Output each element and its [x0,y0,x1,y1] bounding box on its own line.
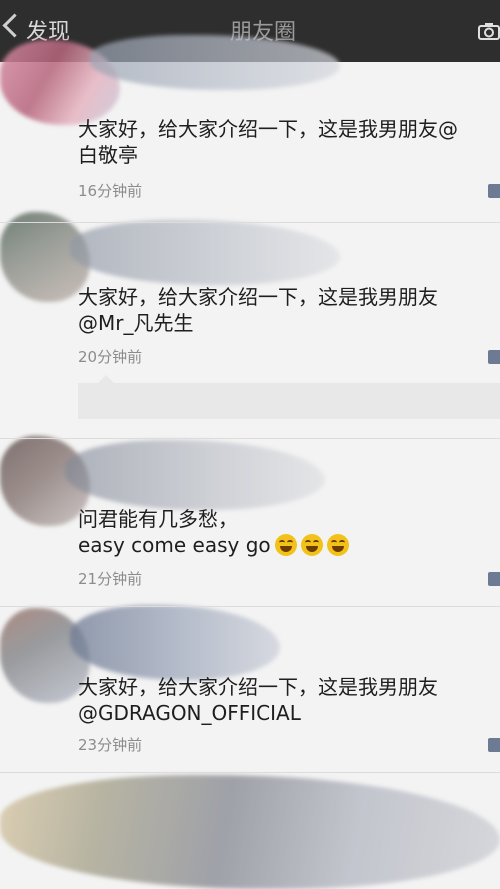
post-text-line-with-emoji: easy come easy go [78,532,349,558]
camera-icon[interactable] [478,22,500,40]
post-text: 大家好，给大家介绍一下，这是我男朋友 @GDRAGON_OFFICIAL [78,674,438,726]
post-text-line: 白敬亭 [78,143,138,167]
laugh-cry-emoji-icon [326,534,349,556]
censor-scribble-7 [65,440,325,510]
post-text: 大家好，给大家介绍一下，这是我男朋友 @Mr_凡先生 [78,284,438,336]
censor-scribble-10 [0,775,500,889]
more-options-icon[interactable] [488,738,500,752]
post-text-line: easy come easy go [78,533,271,557]
laugh-cry-emoji-icon [300,534,323,556]
more-options-icon[interactable] [488,572,500,586]
post-text-line: 问君能有几多愁， [78,507,238,531]
post-divider [0,606,500,607]
censor-scribble-9 [70,605,280,680]
post-divider [0,772,500,773]
laugh-cry-emoji-icon [274,534,297,556]
more-options-icon[interactable] [488,184,500,198]
post-text-line: @Mr_凡先生 [78,311,194,335]
post-text-line: 大家好，给大家介绍一下，这是我男朋友 [78,675,438,699]
post-timestamp: 21分钟前 [78,570,143,588]
more-options-icon[interactable] [488,350,500,364]
comment-area[interactable] [78,383,500,419]
post-timestamp: 16分钟前 [78,182,143,200]
post-timestamp: 20分钟前 [78,348,143,366]
post-divider [0,438,500,439]
chevron-left-icon [2,13,27,38]
post-text-line: @GDRAGON_OFFICIAL [78,701,301,725]
post-timestamp: 23分钟前 [78,736,143,754]
post-text-line: 大家好，给大家介绍一下，这是我男朋友 [78,285,438,309]
post-text: 问君能有几多愁， easy come easy go [78,506,349,558]
post-text-line: 大家好，给大家介绍一下，这是我男朋友@ [78,117,458,141]
post-text: 大家好，给大家介绍一下，这是我男朋友@ 白敬亭 [78,116,458,168]
censor-scribble-4 [70,220,340,285]
comment-arrow [98,375,114,383]
post-divider [0,222,500,223]
